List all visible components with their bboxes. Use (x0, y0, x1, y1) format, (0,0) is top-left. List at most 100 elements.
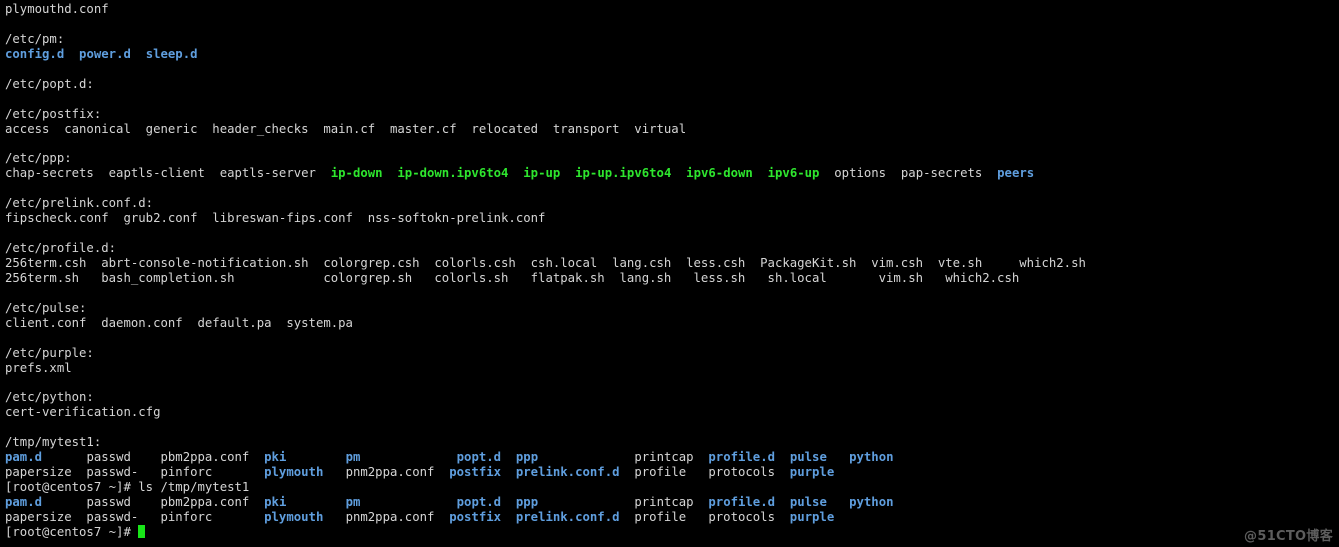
terminal-text-default: /etc/ppp: (5, 151, 72, 166)
terminal-text-default (775, 450, 790, 464)
terminal-text-default (775, 495, 790, 509)
terminal-text-default (827, 495, 849, 509)
terminal-text-default: access canonical generic header_checks m… (5, 121, 687, 136)
terminal-text-dir: pam.d (5, 450, 43, 465)
terminal-text-default: passwd pbm2ppa.conf (42, 450, 265, 465)
terminal-text-dir: prelink.conf.d (515, 465, 620, 480)
terminal-line: pam.d passwd pbm2ppa.conf pki pm popt.d … (5, 495, 1086, 510)
terminal-line: /etc/pm: (5, 32, 1086, 47)
terminal-text-default: /etc/purple: (5, 345, 94, 360)
terminal-text-dir: ppp (515, 494, 539, 509)
terminal-text-dir: pulse (789, 494, 827, 509)
terminal-text-dir: plymouth (264, 509, 324, 524)
terminal-line: papersize passwd- pinforc plymouth pnm2p… (5, 465, 1086, 480)
terminal-line: papersize passwd- pinforc plymouth pnm2p… (5, 510, 1086, 525)
terminal-line: [root@centos7 ~]# ls /tmp/mytest1 (5, 480, 1086, 495)
terminal-text-dir: postfix (449, 465, 502, 480)
terminal-line: fipscheck.conf grub2.conf libreswan-fips… (5, 211, 1086, 226)
terminal-text-dir: pm (345, 450, 361, 465)
terminal-line: cert-verification.cfg (5, 405, 1086, 420)
terminal-text-default (827, 450, 849, 464)
terminal-line: config.d power.d sleep.d (5, 47, 1086, 62)
terminal-text-dir: popt.d (456, 494, 502, 509)
terminal-text-default: cert-verification.cfg (5, 405, 161, 420)
terminal-text-dir: postfix (449, 509, 502, 524)
terminal-line: 256term.sh bash_completion.sh colorgrep.… (5, 271, 1086, 286)
terminal-text-dir: purple (789, 465, 835, 480)
terminal-text-default (286, 495, 345, 509)
terminal-text-default: /etc/pm: (5, 31, 65, 46)
terminal-text-exec: ip-up.ipv6to4 (575, 166, 672, 181)
terminal-window[interactable]: plymouthd.conf/etc/pm: config.d power.d s… (0, 0, 1339, 547)
terminal-text-default (64, 47, 79, 61)
terminal-text-dir: profile.d (708, 494, 776, 509)
terminal-text-default: /etc/profile.d: (5, 241, 117, 255)
terminal-text-default: passwd pbm2ppa.conf (42, 494, 265, 509)
terminal-text-default (508, 166, 523, 180)
terminal-text-default (753, 166, 768, 180)
terminal-line: /tmp/mytest1: (5, 435, 1086, 450)
terminal-text-default: prefs.xml (5, 360, 72, 375)
terminal-text-exec: ip-down.ipv6to4 (397, 166, 509, 181)
terminal-text-default: client.conf daemon.conf default.pa syste… (5, 315, 353, 330)
terminal-text-dir: prelink.conf.d (515, 509, 620, 524)
terminal-text-exec: ip-down (330, 166, 383, 181)
terminal-text-default: /tmp/mytest1: (5, 435, 102, 450)
terminal-text-default: papersize passwd- pinforc (5, 465, 265, 480)
terminal-line: 256term.csh abrt-console-notification.sh… (5, 256, 1086, 271)
terminal-text-dir: pm (345, 494, 361, 509)
terminal-text-dir: config.d (5, 46, 65, 61)
terminal-line: /etc/postfix: (5, 107, 1086, 122)
terminal-text-dir: peers (997, 166, 1035, 181)
terminal-text-dir: purple (789, 509, 835, 524)
terminal-line: client.conf daemon.conf default.pa syste… (5, 316, 1086, 331)
terminal-line: /etc/purple: (5, 346, 1086, 361)
terminal-text-dir: pulse (789, 450, 827, 465)
terminal-text-default: profile protocols (619, 509, 790, 524)
terminal-line: [root@centos7 ~]# (5, 524, 1086, 540)
terminal-text-default (383, 166, 398, 180)
terminal-text-default: profile protocols (619, 465, 790, 480)
terminal-text-default: /etc/python: (5, 390, 94, 405)
terminal-line: pam.d passwd pbm2ppa.conf pki pm popt.d … (5, 450, 1086, 465)
terminal-text-default: 256term.sh bash_completion.sh colorgrep.… (5, 270, 1020, 285)
terminal-text-exec: ip-up (523, 166, 561, 181)
terminal-line: /etc/profile.d: (5, 241, 1086, 256)
terminal-text-default (501, 465, 516, 479)
terminal-text-dir: python (849, 450, 894, 465)
terminal-line: /etc/ppp: (5, 151, 1086, 166)
terminal-line: /etc/pulse: (5, 301, 1086, 316)
terminal-line: /etc/popt.d: (5, 77, 1086, 92)
terminal-line: /etc/python: (5, 390, 1086, 405)
terminal-text-default: pnm2ppa.conf (323, 509, 450, 524)
terminal-cursor (138, 524, 146, 538)
terminal-text-dir: popt.d (456, 450, 502, 465)
terminal-text-dir: ppp (515, 450, 539, 465)
terminal-text-default: /etc/pulse: (5, 300, 87, 315)
terminal-text-default (501, 510, 516, 524)
terminal-text-dir: pam.d (5, 494, 43, 509)
terminal-output[interactable]: plymouthd.conf/etc/pm: config.d power.d s… (5, 2, 1086, 540)
terminal-text-default: printcap (538, 450, 709, 465)
terminal-text-exec: ipv6-down (686, 166, 753, 181)
terminal-text-default: options pap-secrets (819, 166, 998, 181)
terminal-text-default: printcap (538, 494, 709, 509)
terminal-text-prompt: [root@centos7 ~]# (5, 524, 139, 539)
terminal-text-prompt: [root@centos7 ~]# ls /tmp/mytest1 (5, 480, 250, 494)
terminal-text-exec: ipv6-up (767, 166, 820, 181)
terminal-text-default: /etc/postfix: (5, 106, 102, 121)
terminal-text-dir: sleep.d (145, 46, 198, 61)
terminal-text-default: plymouthd.conf (5, 2, 109, 16)
terminal-text-default: pnm2ppa.conf (323, 465, 450, 480)
terminal-text-dir: profile.d (708, 450, 776, 465)
terminal-text-default: 256term.csh abrt-console-notification.sh… (5, 255, 1086, 270)
terminal-line: /etc/prelink.conf.d: (5, 196, 1086, 211)
